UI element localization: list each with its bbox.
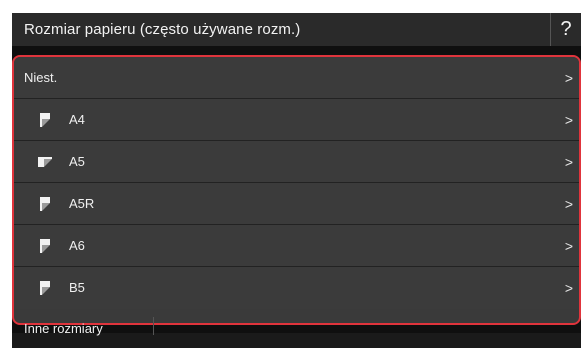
printer-screen: Rozmiar papieru (często używane rozm.) ?… [12,13,581,348]
list-item-niest[interactable]: Niest. > [14,57,579,99]
paper-portrait-icon [40,239,50,253]
chevron-right-icon: > [564,112,573,128]
chevron-right-icon: > [564,154,573,170]
chevron-right-icon: > [564,280,573,296]
list-item-label: B5 [69,280,85,295]
list-item-label: Niest. [24,70,58,85]
chevron-right-icon: > [564,196,573,212]
list-item-label: A5R [69,196,95,211]
list-item-a6[interactable]: A6 > [14,225,579,267]
list-item-b5[interactable]: B5 > [14,267,579,309]
other-sizes-button[interactable]: Inne rozmiary [12,317,154,336]
list-item-label: A6 [69,238,85,253]
paper-size-list: Niest. > A4 > A5 > A5R > A6 > B5 > [12,55,581,325]
paper-landscape-icon [38,157,52,167]
list-item-label: A5 [69,154,85,169]
list-item-label: A4 [69,112,85,127]
list-item-a5[interactable]: A5 > [14,141,579,183]
title-bar: Rozmiar papieru (często używane rozm.) ? [12,13,581,46]
paper-portrait-icon [40,281,50,295]
list-item-a5r[interactable]: A5R > [14,183,579,225]
other-sizes-label: Inne rozmiary [24,321,103,336]
chevron-right-icon: > [564,70,573,86]
help-button[interactable]: ? [550,13,581,46]
chevron-right-icon: > [564,238,573,254]
list-item-a4[interactable]: A4 > [14,99,579,141]
paper-portrait-icon [40,197,50,211]
page-title: Rozmiar papieru (często używane rozm.) [24,21,301,38]
paper-portrait-icon [40,113,50,127]
